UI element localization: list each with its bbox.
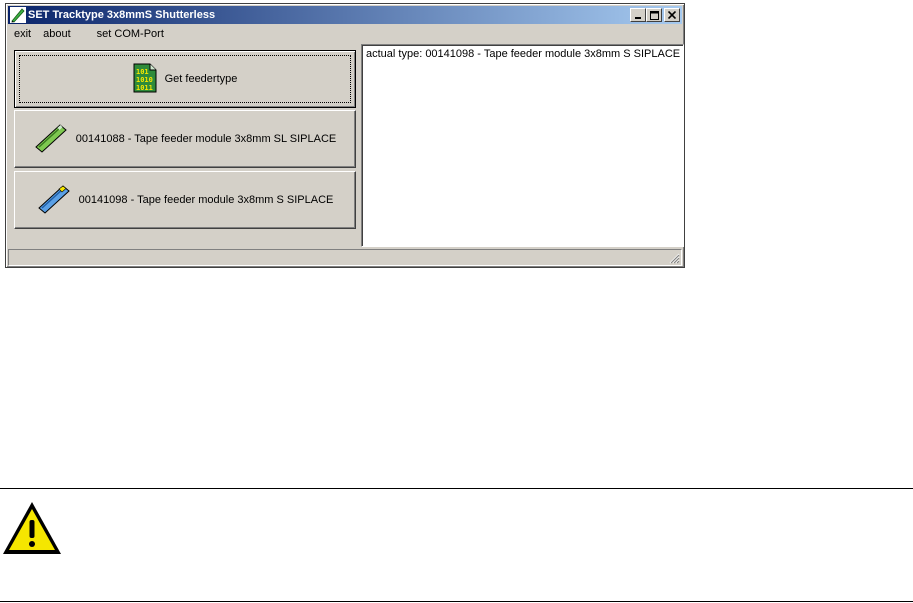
minimize-icon bbox=[635, 17, 641, 19]
close-icon bbox=[668, 11, 676, 19]
window-controls bbox=[630, 8, 680, 22]
svg-text:1010: 1010 bbox=[136, 76, 153, 84]
close-button[interactable] bbox=[664, 8, 680, 22]
feeder-s-label: 00141098 - Tape feeder module 3x8mm S SI… bbox=[78, 194, 334, 206]
get-feedertype-label: Get feedertype bbox=[164, 73, 238, 85]
binary-document-icon: 101 1010 1011 bbox=[133, 63, 157, 96]
title-bar[interactable]: SET Tracktype 3x8mmS Shutterless bbox=[8, 6, 682, 24]
get-feedertype-button[interactable]: 101 1010 1011 Get feedertype bbox=[14, 50, 356, 108]
menu-bar: exit about set COM-Port bbox=[8, 25, 682, 43]
warning-triangle-icon bbox=[1, 500, 63, 556]
pencil-app-icon bbox=[10, 7, 26, 23]
menu-exit[interactable]: exit bbox=[8, 28, 37, 40]
svg-text:1011: 1011 bbox=[136, 84, 153, 92]
feeder-s-button[interactable]: 00141098 - Tape feeder module 3x8mm S SI… bbox=[14, 171, 356, 229]
maximize-button[interactable] bbox=[646, 8, 662, 22]
app-window: SET Tracktype 3x8mmS Shutterless exit ab… bbox=[5, 3, 685, 268]
button-panel: 101 1010 1011 Get feedertype 00141088 - … bbox=[9, 45, 359, 246]
divider-bottom bbox=[0, 601, 913, 602]
minimize-button[interactable] bbox=[630, 8, 646, 22]
menu-set-com-port[interactable]: set COM-Port bbox=[91, 28, 170, 40]
menu-about[interactable]: about bbox=[37, 28, 77, 40]
status-bar bbox=[8, 249, 682, 266]
divider-top bbox=[0, 488, 913, 489]
output-text-area[interactable]: actual type: 00141098 - Tape feeder modu… bbox=[361, 44, 684, 247]
actual-type-text: actual type: 00141098 - Tape feeder modu… bbox=[366, 48, 681, 60]
window-title: SET Tracktype 3x8mmS Shutterless bbox=[28, 9, 216, 21]
svg-text:101: 101 bbox=[136, 68, 149, 76]
maximize-icon bbox=[649, 10, 659, 20]
green-feeder-icon bbox=[34, 123, 68, 156]
blue-feeder-icon bbox=[37, 184, 71, 217]
feeder-sl-label: 00141088 - Tape feeder module 3x8mm SL S… bbox=[75, 133, 337, 145]
resize-grip-icon[interactable] bbox=[668, 252, 680, 264]
feeder-sl-button[interactable]: 00141088 - Tape feeder module 3x8mm SL S… bbox=[14, 110, 356, 168]
